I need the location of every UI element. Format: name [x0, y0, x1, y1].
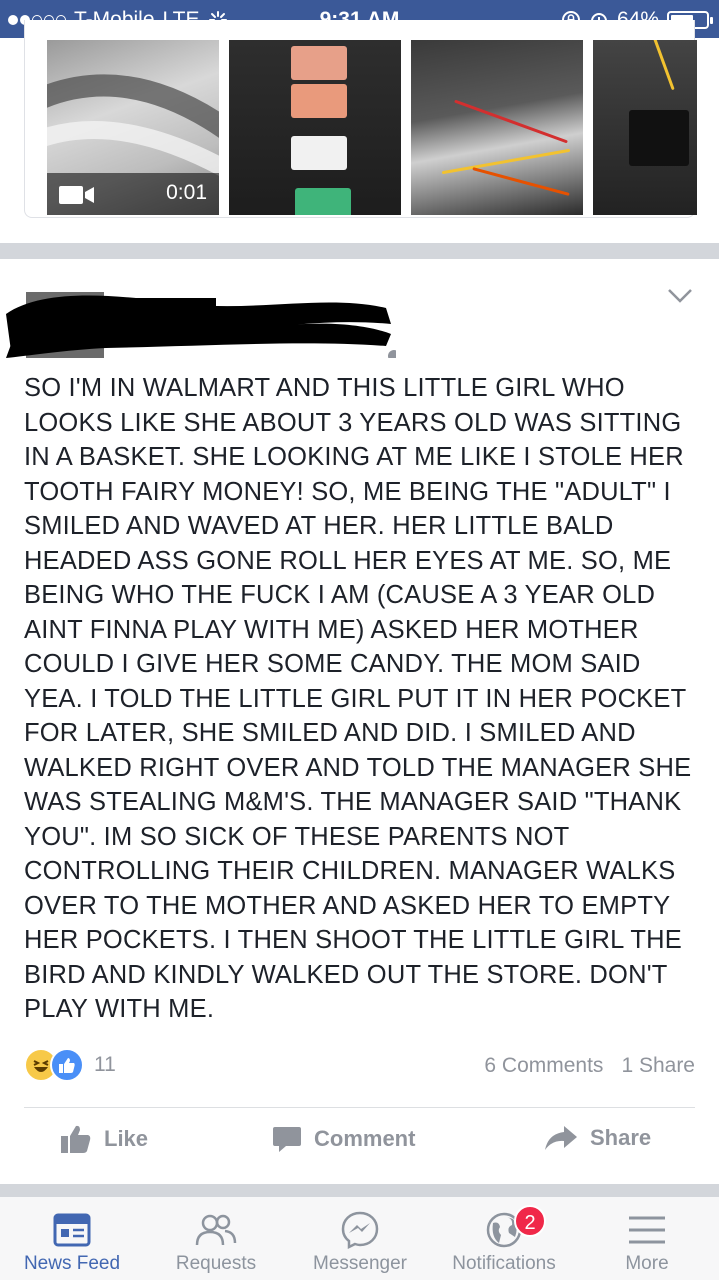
bottom-tab-bar: News Feed Requests Messenger 2 Notificat…	[0, 1196, 719, 1280]
tab-label: Messenger	[313, 1253, 407, 1274]
tab-label: Requests	[175, 1253, 257, 1274]
photo-thumbnail-fuses[interactable]	[229, 40, 401, 215]
like-label: Like	[104, 1126, 149, 1151]
tab-label: News Feed	[23, 1253, 121, 1274]
comment-label: Comment	[314, 1126, 416, 1151]
comments-count[interactable]: 6 Comments	[484, 1054, 603, 1078]
tab-notifications[interactable]: 2 Notifications	[432, 1205, 576, 1275]
post-text: SO I'M IN WALMART AND THIS LITTLE GIRL W…	[24, 374, 692, 1023]
share-arrow-icon	[545, 1126, 577, 1150]
tab-label: More	[625, 1253, 669, 1274]
tab-requests[interactable]: Requests	[144, 1207, 288, 1275]
like-reaction-icon	[50, 1048, 84, 1082]
friend-requests-icon	[195, 1214, 237, 1246]
redacted-author-name	[6, 292, 396, 358]
video-duration: 0:01	[166, 181, 207, 204]
actions-divider	[24, 1107, 695, 1108]
tab-label: Notifications	[452, 1253, 556, 1274]
video-controls: 0:01	[47, 173, 219, 215]
video-camera-icon	[59, 186, 94, 204]
post-stats: 6 Comments 1 Share	[484, 1054, 695, 1078]
photo-thumbnail-relay[interactable]	[593, 40, 697, 215]
post-actions: Like Comment Share	[0, 1124, 719, 1168]
share-button[interactable]: Share	[544, 1124, 651, 1152]
tab-news-feed[interactable]: News Feed	[0, 1207, 144, 1275]
notifications-badge: 2	[514, 1205, 546, 1237]
messenger-icon	[341, 1211, 379, 1249]
reaction-count: 11	[94, 1053, 116, 1076]
feed-divider-bottom	[0, 1184, 719, 1196]
previous-post-media: 0:01	[24, 20, 697, 218]
shares-count[interactable]: 1 Share	[621, 1054, 695, 1078]
video-thumbnail[interactable]: 0:01	[47, 40, 219, 215]
comment-button[interactable]: Comment	[272, 1124, 415, 1154]
photo-thumbnail-wires[interactable]	[411, 40, 583, 215]
like-button[interactable]: Like	[60, 1124, 148, 1154]
reactions-summary[interactable]: 11	[24, 1048, 116, 1082]
chevron-down-icon[interactable]	[667, 288, 693, 304]
feed-divider	[0, 243, 719, 259]
tab-messenger[interactable]: Messenger	[288, 1207, 432, 1275]
news-feed-icon	[53, 1213, 91, 1247]
menu-icon	[629, 1216, 665, 1244]
thumbs-up-icon	[61, 1125, 91, 1153]
comment-bubble-icon	[273, 1127, 301, 1152]
tab-more[interactable]: More	[575, 1207, 719, 1275]
share-label: Share	[590, 1125, 652, 1150]
